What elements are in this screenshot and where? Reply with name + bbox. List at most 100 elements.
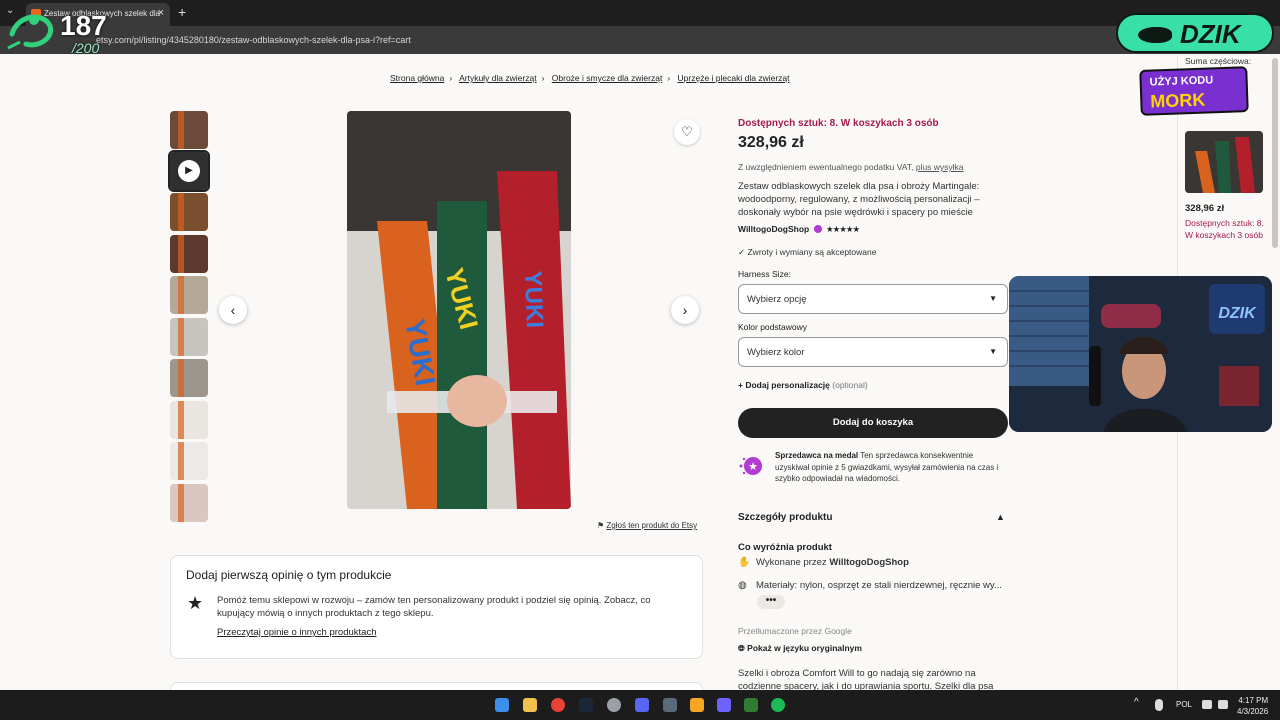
next-image-button[interactable]: › bbox=[671, 296, 699, 324]
materials-text: Materiały: nylon, osprzęt ze stali nierd… bbox=[756, 580, 1002, 591]
image-thumbnail[interactable] bbox=[170, 318, 208, 356]
brand-name: DZIK bbox=[1180, 19, 1241, 49]
product-details-heading[interactable]: Szczegóły produktu bbox=[738, 512, 832, 523]
favorite-heart-button[interactable]: ♡ bbox=[674, 119, 700, 145]
promo-code-overlay: UŻYJ KODU MORK bbox=[1139, 66, 1249, 116]
product-price: 328,96 zł bbox=[738, 134, 804, 151]
star-icon: ★ bbox=[187, 593, 204, 613]
review-box: Dodaj pierwszą opinię o tym produkcie ★ … bbox=[170, 555, 703, 659]
optional-label: (optional) bbox=[832, 380, 868, 390]
flag-icon: ⚑ bbox=[597, 521, 607, 530]
star-seller-title: Sprzedawca na medal bbox=[775, 451, 859, 460]
video-thumbnail[interactable]: ▶ bbox=[168, 150, 210, 192]
image-thumbnail[interactable] bbox=[170, 401, 208, 439]
tab-close-icon[interactable]: × bbox=[158, 7, 164, 19]
thumbnail-stripe bbox=[178, 318, 184, 356]
image-thumbnail[interactable] bbox=[170, 484, 208, 522]
shop-name[interactable]: WilltogoDogShop bbox=[738, 224, 809, 234]
page-scrollbar[interactable] bbox=[1272, 58, 1278, 248]
review-heading: Dodaj pierwszą opinię o tym produkcie bbox=[186, 568, 392, 582]
report-item-link[interactable]: ⚑ Zgłoś ten produkt do Etsy bbox=[597, 521, 697, 530]
windows-taskbar: ^ POL 4:17 PM 4/3/2026 bbox=[0, 690, 1280, 720]
add-to-cart-button[interactable]: Dodaj do koszyka bbox=[738, 408, 1008, 438]
star-seller-medal-icon: ★ bbox=[739, 457, 762, 475]
lizard-logo-icon bbox=[7, 14, 54, 50]
returns-text: Zwroty i wymiany są akceptowane bbox=[747, 247, 877, 257]
image-thumbnail[interactable] bbox=[170, 235, 208, 273]
shop-rating-stars: ★★★★★ bbox=[825, 224, 860, 234]
chevron-down-icon: ▼ bbox=[989, 294, 997, 303]
boar-icon bbox=[1138, 27, 1172, 43]
svg-text:★: ★ bbox=[748, 460, 758, 473]
harness-size-label: Harness Size: bbox=[738, 269, 791, 279]
breadcrumb-harnesses[interactable]: Uprzęże i plecaki dla zwierząt bbox=[678, 73, 790, 83]
image-thumbnail[interactable] bbox=[170, 359, 208, 397]
cart-item-thumbnail[interactable] bbox=[1185, 131, 1263, 193]
obs-icon[interactable] bbox=[607, 698, 621, 712]
breadcrumb-separator-icon: › bbox=[541, 73, 545, 83]
image-thumbnail[interactable] bbox=[170, 193, 208, 231]
shop-info[interactable]: WilltogoDogShop ★★★★★ bbox=[738, 224, 860, 235]
breadcrumb-home[interactable]: Strona główna bbox=[390, 73, 444, 83]
volume-icon[interactable] bbox=[1218, 700, 1228, 709]
more-details-button[interactable]: ••• bbox=[757, 595, 785, 609]
app2-icon[interactable] bbox=[717, 698, 731, 712]
add-personalization-button[interactable]: + Dodaj personalizację (optional) bbox=[738, 380, 868, 390]
chevron-up-icon[interactable]: ▲ bbox=[996, 512, 1005, 522]
chrome-icon[interactable] bbox=[551, 698, 565, 712]
hand-wave-icon: ✋ bbox=[738, 557, 751, 568]
thumbnail-stripe bbox=[178, 442, 184, 480]
webcam-overlay: DZIK bbox=[1009, 276, 1272, 432]
webcam-brand-text: DZIK bbox=[1218, 305, 1257, 322]
image-thumbnail[interactable] bbox=[170, 111, 208, 149]
read-other-reviews-link[interactable]: Przeczytaj opinie o innych produktach bbox=[217, 627, 376, 638]
breadcrumb: Strona główna › Artykuły dla zwierząt › Ob… bbox=[390, 73, 790, 83]
counter-total: /200 bbox=[72, 40, 100, 56]
product-description-body: Szelki i obroża Comfort Will to go nadaj… bbox=[738, 668, 994, 691]
harness-photo: YUKI YUKI YUKI bbox=[347, 111, 571, 509]
network-icon[interactable] bbox=[1202, 700, 1212, 709]
harness-size-value: Wybierz opcję bbox=[747, 294, 807, 305]
made-by-row: ✋ Wykonane przez WilltogoDogShop bbox=[738, 557, 909, 568]
previous-image-button[interactable]: ‹ bbox=[219, 296, 247, 324]
address-bar[interactable]: etsy.com/pl/listing/4345280180/zestaw-od… bbox=[0, 26, 1280, 54]
file-explorer-icon[interactable] bbox=[523, 698, 537, 712]
show-original-language-link[interactable]: 🌐︎ Pokaż w języku oryginalnym bbox=[738, 643, 862, 654]
microphone-icon[interactable] bbox=[1155, 699, 1163, 711]
tray-expand-icon[interactable]: ^ bbox=[1134, 697, 1139, 708]
start-icon[interactable] bbox=[495, 698, 509, 712]
main-product-image[interactable]: YUKI YUKI YUKI bbox=[347, 111, 571, 509]
language-indicator[interactable]: POL bbox=[1176, 700, 1192, 709]
image-text-right: YUKI bbox=[519, 270, 548, 328]
globe-icon: 🌐︎ bbox=[738, 643, 748, 653]
steam-icon[interactable] bbox=[579, 698, 593, 712]
counter-value: 187 bbox=[60, 10, 107, 41]
cart-subtotal-label: Suma częściowa: bbox=[1185, 56, 1252, 66]
clock[interactable]: 4:17 PM 4/3/2026 bbox=[1237, 695, 1268, 717]
new-tab-button[interactable]: + bbox=[178, 4, 186, 20]
star-seller-text: Sprzedawca na medal Ten sprzedawca konse… bbox=[775, 450, 1009, 485]
vat-text: Z uwzględnieniem ewentualnego podatku VA… bbox=[738, 162, 916, 172]
materials-icon: ◍ bbox=[738, 580, 747, 591]
url-text[interactable]: etsy.com/pl/listing/4345280180/zestaw-od… bbox=[96, 35, 411, 45]
breadcrumb-collars-leashes[interactable]: Obroże i smycze dla zwierząt bbox=[552, 73, 663, 83]
settings-icon[interactable] bbox=[690, 698, 704, 712]
thumbnail-stripe bbox=[178, 235, 184, 273]
base-color-select[interactable]: Wybierz kolor ▼ bbox=[738, 337, 1008, 367]
chevron-down-icon: ▼ bbox=[989, 347, 997, 356]
image-thumbnail[interactable] bbox=[170, 442, 208, 480]
star-seller-icon bbox=[813, 225, 822, 233]
harness-size-select[interactable]: Wybierz opcję ▼ bbox=[738, 284, 1008, 314]
discord-icon[interactable] bbox=[635, 698, 649, 712]
thumbnail-stripe bbox=[178, 193, 184, 231]
shipping-link[interactable]: plus wysyłka bbox=[916, 162, 964, 172]
breadcrumb-pet-supplies[interactable]: Artykuły dla zwierząt bbox=[459, 73, 536, 83]
image-thumbnail[interactable] bbox=[170, 276, 208, 314]
terminal-icon[interactable] bbox=[744, 698, 758, 712]
dzik-brand-badge: DZIK bbox=[1116, 13, 1274, 53]
app-icon[interactable] bbox=[663, 698, 677, 712]
cart-item-image bbox=[1185, 131, 1263, 193]
report-text: Zgłoś ten produkt do Etsy bbox=[606, 521, 698, 530]
spotify-icon[interactable] bbox=[771, 698, 785, 712]
made-by-shop[interactable]: WilltogoDogShop bbox=[829, 557, 909, 568]
